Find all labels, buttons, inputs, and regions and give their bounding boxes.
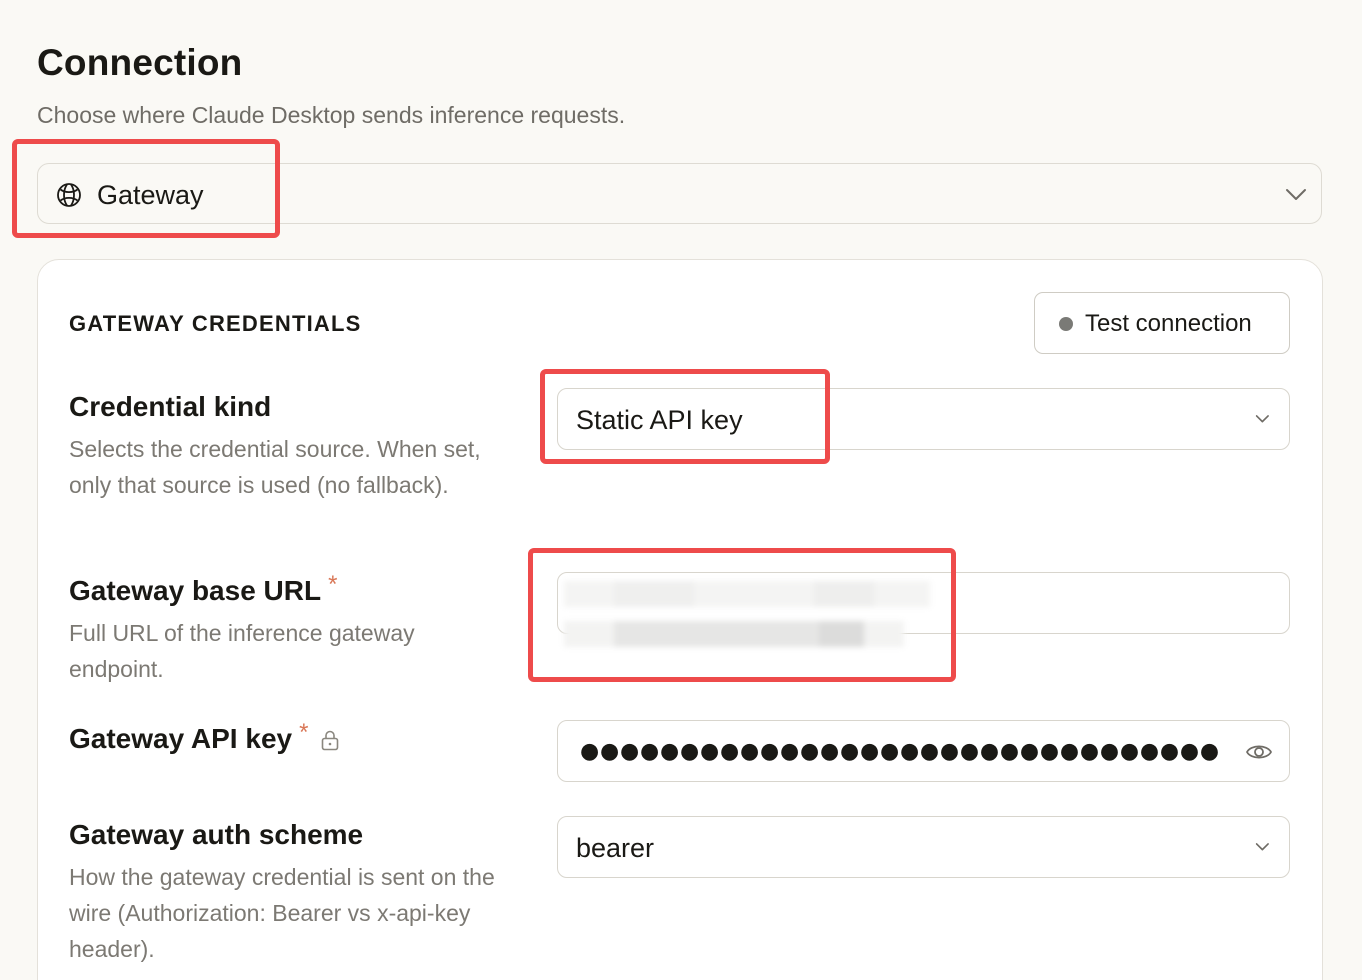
api-key-masked-value: ●●●●●●●●●●●●●●●●●●●●●●●●●●●●●●●●●●●●●●●●… xyxy=(580,739,1220,764)
status-dot xyxy=(1059,317,1073,331)
eye-icon[interactable] xyxy=(1245,739,1273,765)
api-key-input[interactable]: ●●●●●●●●●●●●●●●●●●●●●●●●●●●●●●●●●●●●●●●●… xyxy=(557,720,1290,782)
connection-type-select[interactable]: Gateway xyxy=(37,163,1322,224)
credential-kind-label: Credential kind xyxy=(69,391,272,422)
credential-kind-value: Static API key xyxy=(576,405,743,435)
api-key-label-text: Gateway API key xyxy=(69,723,293,754)
base-url-input[interactable] xyxy=(557,572,1290,647)
globe-icon xyxy=(57,183,81,207)
auth-scheme-value: bearer xyxy=(576,833,655,863)
lock-icon xyxy=(321,730,339,751)
auth-scheme-label: Gateway auth scheme xyxy=(69,819,364,850)
section-title: GATEWAY CREDENTIALS xyxy=(69,311,362,336)
base-url-description: Full URL of the inference gateway endpoi… xyxy=(69,620,415,682)
test-connection-button[interactable]: Test connection xyxy=(1034,292,1290,354)
auth-scheme-select[interactable]: bearer xyxy=(557,816,1290,878)
chevron-down-icon xyxy=(1255,843,1269,851)
connection-settings-page: Connection Choose where Claude Desktop s… xyxy=(0,0,1362,980)
page-title: Connection xyxy=(37,42,243,83)
connection-type-value: Gateway xyxy=(97,180,204,210)
base-url-label-text: Gateway base URL xyxy=(69,575,322,606)
base-url-label: Gateway base URL * xyxy=(69,571,338,608)
auth-scheme-description: How the gateway credential is sent on th… xyxy=(69,864,495,962)
chevron-down-icon xyxy=(1255,415,1269,423)
required-asterisk: * xyxy=(299,719,309,746)
test-connection-label: Test connection xyxy=(1085,310,1252,337)
api-key-label: Gateway API key * xyxy=(69,719,309,756)
redacted-url-value xyxy=(564,577,930,647)
chevron-down-icon xyxy=(1286,189,1306,200)
credential-kind-select[interactable]: Static API key xyxy=(557,388,1290,450)
page-subtitle: Choose where Claude Desktop sends infere… xyxy=(37,102,626,128)
required-asterisk: * xyxy=(328,571,338,598)
credential-kind-description: Selects the credential source. When set,… xyxy=(69,436,481,498)
